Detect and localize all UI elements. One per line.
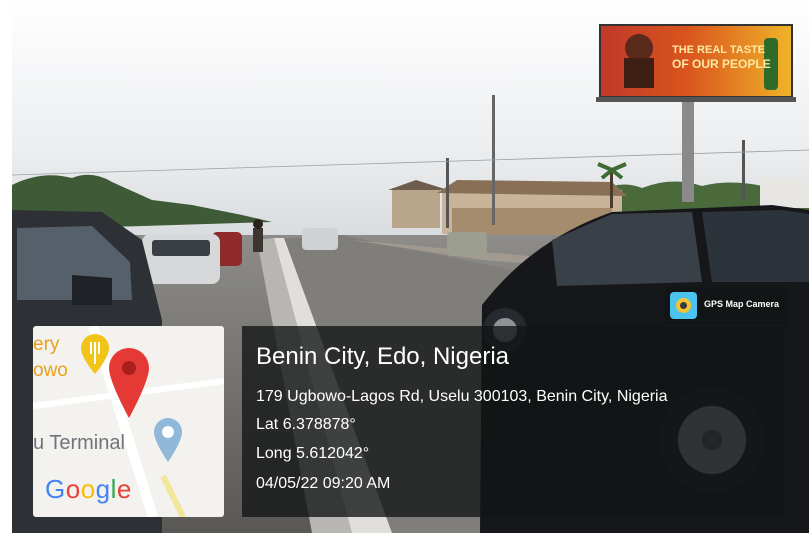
gps-map-camera-watermark: GPS Map Camera (665, 287, 788, 324)
billboard-line1: THE REAL TASTE (672, 44, 765, 56)
terminal-pin-icon (154, 418, 182, 462)
latitude-line: Lat 6.378878° (256, 416, 356, 433)
map-poi-label-1: ery (33, 334, 60, 355)
longitude-line: Long 5.612042° (256, 445, 370, 462)
photo-frame: THE REAL TASTE OF OUR PEOPLE ery owo u T… (0, 0, 809, 533)
billboard-line2: OF OUR PEOPLE (672, 57, 771, 71)
map-thumbnail[interactable]: ery owo u Terminal Google (33, 326, 224, 517)
location-info-box: Benin City, Edo, Nigeria 179 Ugbowo-Lago… (242, 326, 784, 517)
map-poi-label-2: owo (33, 360, 68, 381)
location-title: Benin City, Edo, Nigeria (256, 343, 510, 370)
map-terminal-label: u Terminal (33, 432, 125, 454)
google-logo: Google (45, 474, 132, 504)
watermark-label: GPS Map Camera (704, 299, 780, 309)
datetime-line: 04/05/22 09:20 AM (256, 475, 391, 492)
gps-map-camera-icon (670, 292, 697, 319)
address-line: 179 Ugbowo-Lagos Rd, Uselu 300103, Benin… (256, 388, 668, 405)
